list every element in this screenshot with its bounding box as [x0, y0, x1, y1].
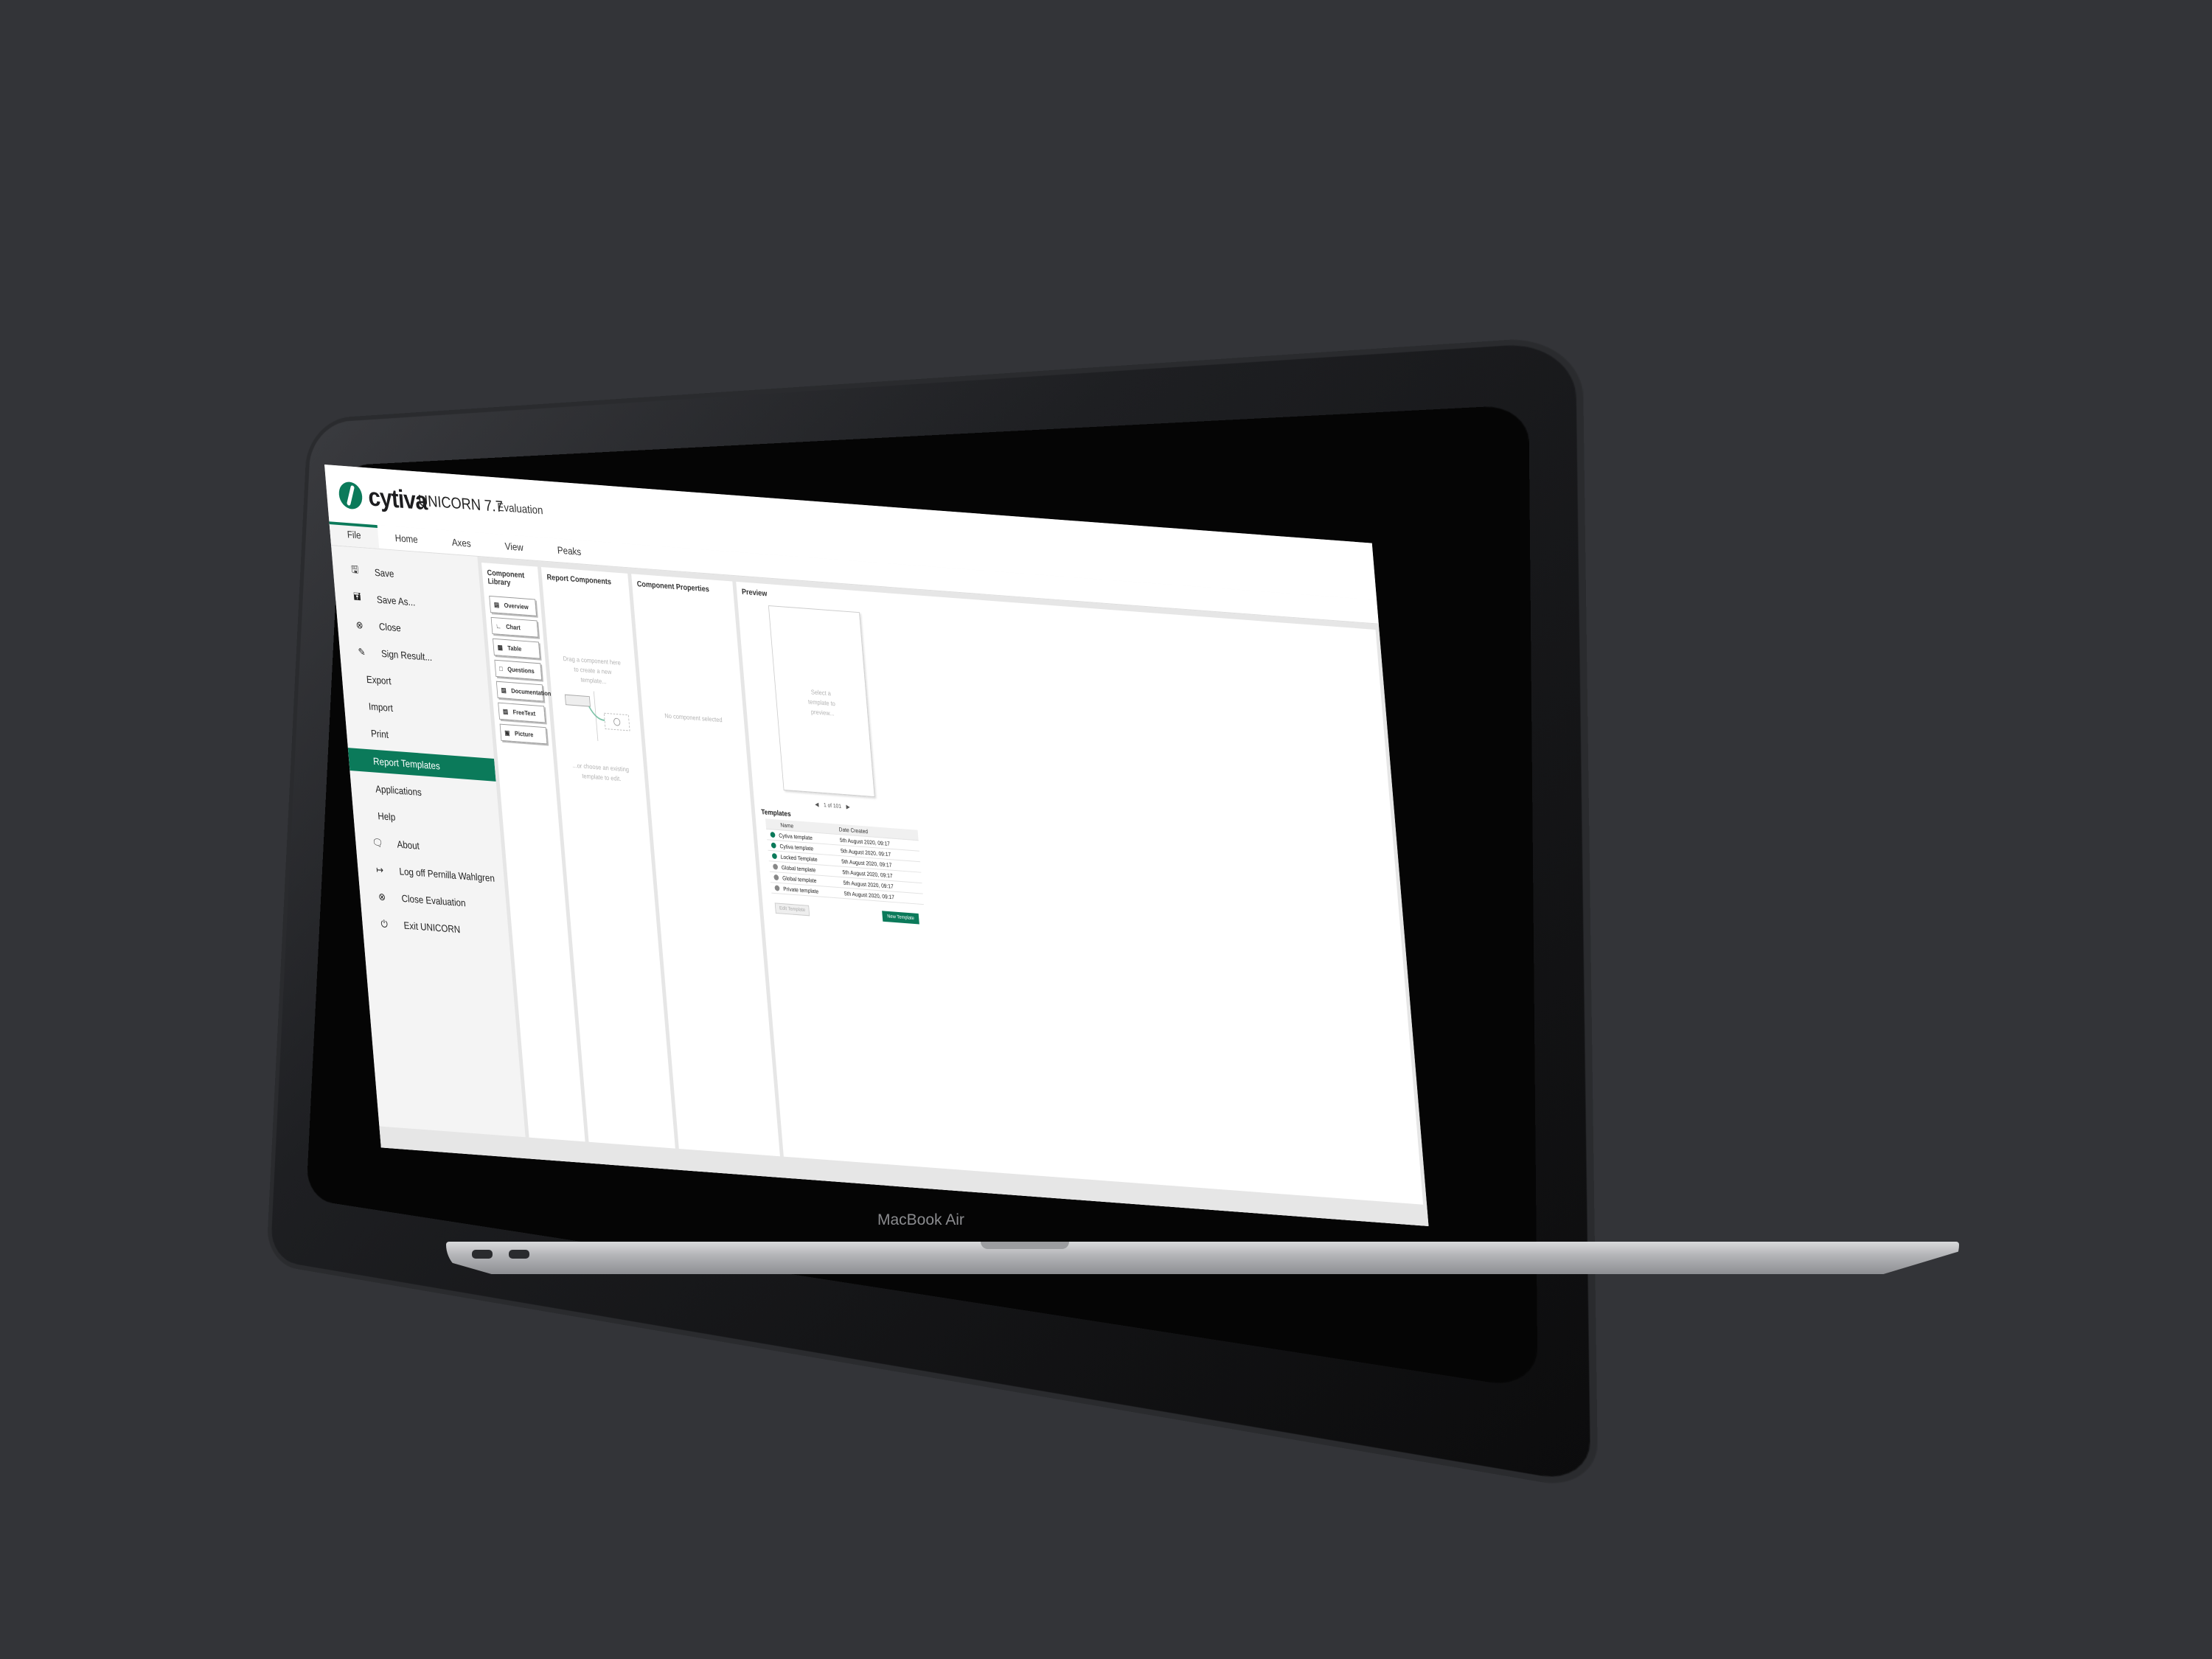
- globe-icon: [773, 874, 779, 881]
- preview-placeholder: Select a template to preview...: [807, 688, 836, 717]
- tab-axes[interactable]: Axes: [434, 529, 489, 557]
- preview-page: Select a template to preview...: [768, 605, 875, 798]
- component-questions[interactable]: □ Questions: [494, 659, 543, 681]
- app-window: cytiva UNICORN 7.7 Evaluation File Home …: [324, 465, 1429, 1227]
- cytiva-logo-icon: [338, 481, 364, 510]
- usb-port: [509, 1250, 529, 1259]
- component-freetext[interactable]: ▤ FreeText: [498, 702, 546, 723]
- preview-pager: ◀ 1 of 101 ▶: [814, 801, 850, 810]
- usb-port: [472, 1250, 493, 1259]
- edit-template-button[interactable]: Edit Template: [774, 902, 810, 917]
- sign-icon: ✎: [358, 645, 366, 658]
- cytiva-template-icon: [770, 832, 776, 838]
- component-library-title: Component Library: [487, 568, 525, 588]
- new-template-button[interactable]: New Template: [882, 911, 920, 925]
- close-circle-icon: ⊗: [355, 618, 364, 631]
- component-documentation[interactable]: ▤ Documentation: [495, 681, 552, 702]
- tab-home[interactable]: Home: [377, 525, 436, 553]
- drag-illustration: [564, 691, 630, 742]
- power-icon: ⏻: [380, 917, 389, 930]
- app-mode: Evaluation: [497, 501, 544, 518]
- picture-icon: ▣: [504, 728, 510, 737]
- documentation-icon: ▤: [501, 686, 507, 694]
- choose-hint: ...or choose an existing template to edi…: [572, 762, 630, 783]
- save-icon: 🖫: [350, 563, 359, 576]
- tab-view[interactable]: View: [487, 533, 541, 560]
- close-circle-icon: ⊗: [378, 890, 386, 902]
- laptop-notch: [981, 1242, 1069, 1249]
- tab-peaks[interactable]: Peaks: [539, 538, 599, 566]
- component-properties-title: Component Properties: [636, 580, 710, 594]
- component-chart[interactable]: ∟ Chart: [490, 616, 539, 638]
- tab-file[interactable]: File: [329, 521, 379, 549]
- next-page-icon[interactable]: ▶: [846, 804, 850, 810]
- prev-page-icon[interactable]: ◀: [815, 801, 819, 808]
- templates-title: Templates: [760, 808, 792, 819]
- component-table[interactable]: ▦ Table: [493, 638, 540, 659]
- questions-icon: □: [498, 664, 504, 672]
- cytiva-template-icon: [771, 842, 776, 849]
- globe-icon: [772, 863, 779, 870]
- component-picture[interactable]: ▣ Picture: [499, 723, 548, 745]
- workspace: 🖫 Save 🖬 Save As... ⊗ Close ✎ Sign Result...…: [331, 546, 1429, 1227]
- chart-icon: ∟: [495, 622, 502, 630]
- table-icon: ▦: [497, 643, 504, 651]
- templates-table: Name Date Created Cytiva template 5th Aug…: [765, 818, 924, 905]
- preview-panel: Preview Select a template to preview... …: [736, 581, 1425, 1226]
- no-component-text: No component selected: [664, 712, 723, 724]
- drag-hint: Drag a component here to create a new te…: [563, 655, 622, 686]
- info-icon: 🗨: [372, 835, 383, 849]
- laptop-base: [446, 1242, 1959, 1274]
- locked-template-icon: [771, 852, 778, 860]
- document-icon: ▤: [493, 600, 500, 608]
- save-as-icon: 🖬: [352, 590, 361, 602]
- cytiva-logo: cytiva: [338, 480, 428, 516]
- user-icon: [774, 885, 780, 891]
- report-components-title: Report Components: [546, 573, 612, 587]
- component-overview[interactable]: ▤ Overview: [489, 595, 537, 616]
- text-icon: ▤: [502, 707, 509, 715]
- report-panels: Component Library ▤ Overview ∟ Chart ▦ Tabl…: [477, 556, 1429, 1227]
- logout-icon: ↦: [375, 863, 384, 875]
- app-title: UNICORN 7.7: [417, 491, 504, 516]
- laptop-model-label: MacBook Air: [877, 1211, 964, 1228]
